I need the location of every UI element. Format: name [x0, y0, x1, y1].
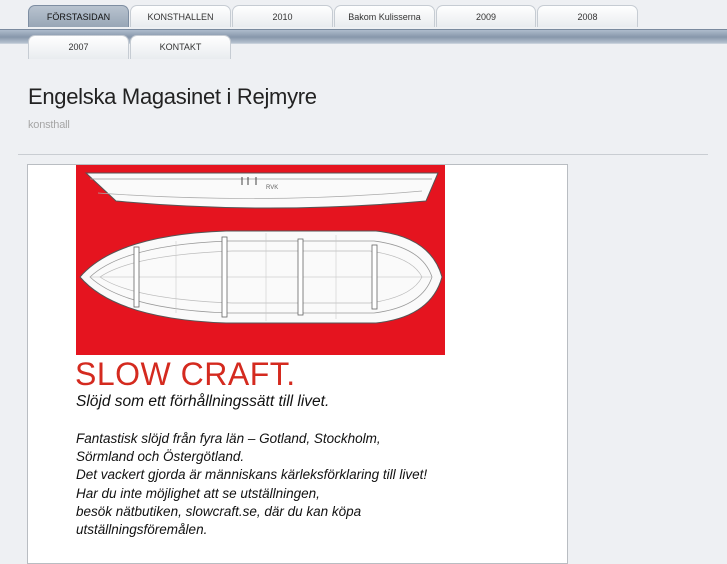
poster-body-line: besök nätbutiken, slowcraft.se, där du k… [76, 503, 362, 519]
tab-kontakt[interactable]: KONTAKT [130, 35, 231, 59]
svg-text:RVK: RVK [266, 185, 278, 191]
tab-bakom-kulisserna[interactable]: Bakom Kulisserna [334, 5, 435, 27]
tab-2010[interactable]: 2010 [232, 5, 333, 27]
tab-2007[interactable]: 2007 [28, 35, 129, 59]
header-divider [18, 154, 708, 155]
tab-konsthallen[interactable]: KONSTHALLEN [130, 5, 231, 27]
site-title: Engelska Magasinet i Rejmyre [28, 84, 317, 109]
poster-body: Fantastisk slöjd från fyra län – Gotland… [76, 430, 496, 539]
poster-headline: SLOW CRAFT. [75, 356, 296, 392]
tab-2009[interactable]: 2009 [436, 5, 536, 27]
poster-body-line: Det vackert gjorda är människans kärleks… [76, 467, 428, 483]
site-subtitle: konsthall [28, 119, 70, 131]
boat-drawing-image: RVK [76, 165, 445, 355]
poster-tagline: Slöjd som ett förhållningssätt till live… [76, 393, 330, 410]
tab-forstasidan[interactable]: FÖRSTASIDAN [28, 5, 129, 27]
poster-body-line: utställningsföremålen. [76, 522, 208, 538]
content-panel: RVK SLOW CRAFT. Slöjd som ett förhållnin… [27, 164, 568, 564]
poster-body-line: Sörmland och Östergötland. [76, 449, 245, 465]
poster-body-line: Fantastisk slöjd från fyra län – Gotland… [76, 431, 381, 446]
poster-body-line: Har du inte möjlighet att se utställning… [76, 485, 320, 501]
tab-2008[interactable]: 2008 [537, 5, 638, 27]
